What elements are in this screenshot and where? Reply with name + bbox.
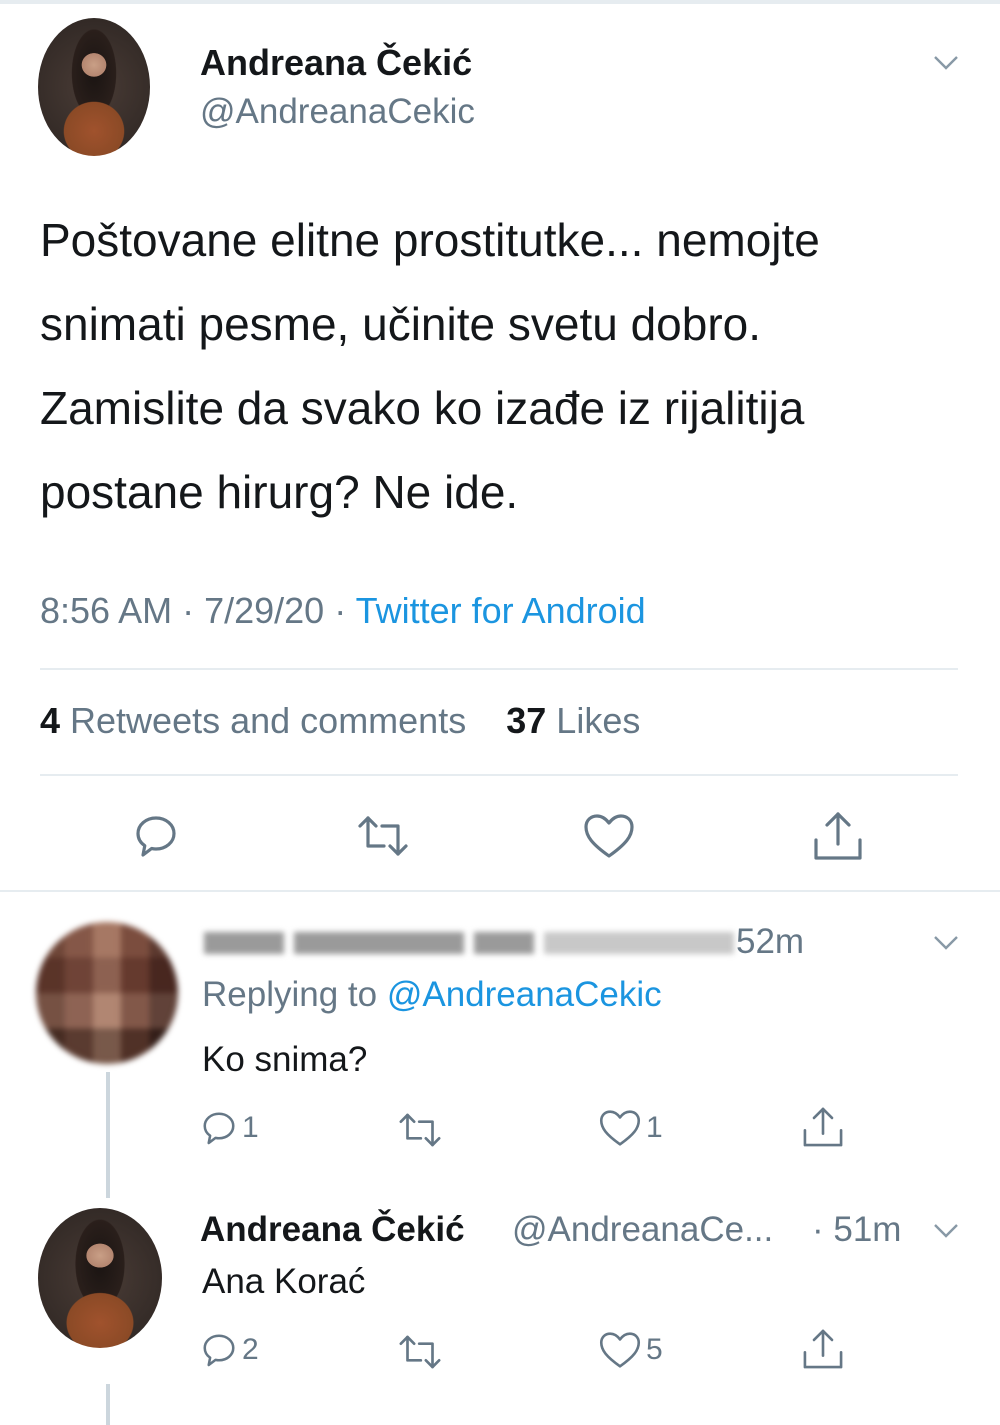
reply-icon xyxy=(203,1334,235,1367)
reply-time: 52m xyxy=(736,922,805,961)
share-icon xyxy=(803,1107,843,1147)
replying-label: Replying to xyxy=(202,975,387,1014)
reply-icon xyxy=(203,1112,235,1145)
reply-author-name-redacted[interactable] xyxy=(204,924,734,958)
meta-separator: · xyxy=(172,590,205,631)
replying-mention-link[interactable]: @AndreanaCekic xyxy=(387,975,662,1014)
heart-icon xyxy=(599,1110,641,1146)
chevron-down-icon[interactable] xyxy=(932,48,960,76)
thread-line xyxy=(106,1384,110,1425)
reply-text: Ana Korać xyxy=(202,1262,366,1301)
retweets-count: 4 xyxy=(40,700,61,741)
meta-separator: · xyxy=(324,590,356,631)
author-name[interactable]: Andreana Čekić xyxy=(200,42,472,84)
tweet-stats: 4 Retweets and comments 37 Likes xyxy=(40,700,640,742)
tweet-text-line: postane hirurg? Ne ide. xyxy=(40,466,519,518)
author-avatar[interactable] xyxy=(38,18,150,156)
chevron-down-icon[interactable] xyxy=(932,928,960,956)
reply-button[interactable]: 2 xyxy=(200,1330,259,1370)
author-handle[interactable]: @AndreanaCekic xyxy=(200,92,475,132)
divider xyxy=(40,774,958,776)
like-count: 5 xyxy=(646,1333,663,1366)
reply-icon xyxy=(136,816,176,857)
top-divider xyxy=(0,0,1000,4)
share-button[interactable] xyxy=(810,808,866,864)
reply-author-handle[interactable]: @AndreanaCe... xyxy=(512,1210,773,1250)
chevron-down-icon[interactable] xyxy=(932,1216,960,1244)
share-icon xyxy=(803,1329,843,1369)
like-button[interactable]: 1 xyxy=(598,1108,663,1148)
tweet-text-line: Zamislite da svako ko izađe iz rijalitij… xyxy=(40,382,805,434)
heart-icon xyxy=(584,814,634,858)
retweet-button[interactable] xyxy=(352,812,414,860)
tweet-text: Poštovane elitne prostitutke... nemojte … xyxy=(40,198,970,534)
share-button[interactable] xyxy=(800,1104,846,1150)
reply-count: 1 xyxy=(242,1111,259,1144)
like-button[interactable] xyxy=(582,812,636,860)
retweet-button[interactable] xyxy=(394,1110,446,1150)
like-count: 1 xyxy=(646,1111,663,1144)
tweet-date: 7/29/20 xyxy=(204,590,325,631)
likes-label: Likes xyxy=(546,700,641,741)
share-button[interactable] xyxy=(800,1326,846,1372)
thread-line xyxy=(106,1072,110,1198)
reply-time: · 51m xyxy=(812,1210,902,1249)
reply-author-name[interactable]: Andreana Čekić xyxy=(200,1210,465,1250)
share-icon xyxy=(814,812,862,860)
reply-text: Ko snima? xyxy=(202,1040,368,1079)
likes-link[interactable]: 37 Likes xyxy=(506,700,640,741)
retweets-label: Retweets and comments xyxy=(60,700,467,741)
retweet-icon xyxy=(358,816,408,856)
heart-icon xyxy=(599,1332,641,1368)
tweet-text-line: Poštovane elitne prostitutke... nemojte xyxy=(40,214,820,266)
likes-count: 37 xyxy=(506,700,547,741)
tweet-time: 8:56 AM xyxy=(40,590,173,631)
tweet-source-link[interactable]: Twitter for Android xyxy=(356,590,646,631)
retweet-icon xyxy=(399,1113,441,1147)
replying-to: Replying to @AndreanaCekic xyxy=(202,975,662,1015)
tweet-meta: 8:56 AM · 7/29/20 · Twitter for Android xyxy=(40,590,646,632)
retweet-icon xyxy=(399,1335,441,1369)
retweets-link[interactable]: 4 Retweets and comments xyxy=(40,700,466,741)
reply-author-avatar[interactable] xyxy=(38,1208,162,1348)
retweet-button[interactable] xyxy=(394,1332,446,1372)
reply-author-avatar[interactable] xyxy=(36,922,178,1064)
reply-count: 2 xyxy=(242,1333,259,1366)
like-button[interactable]: 5 xyxy=(598,1330,663,1370)
reply-button[interactable]: 1 xyxy=(200,1108,259,1148)
reply-button[interactable] xyxy=(132,812,180,860)
tweet-text-line: snimati pesme, učinite svetu dobro. xyxy=(40,298,762,350)
divider xyxy=(0,890,1000,892)
divider xyxy=(40,668,958,670)
